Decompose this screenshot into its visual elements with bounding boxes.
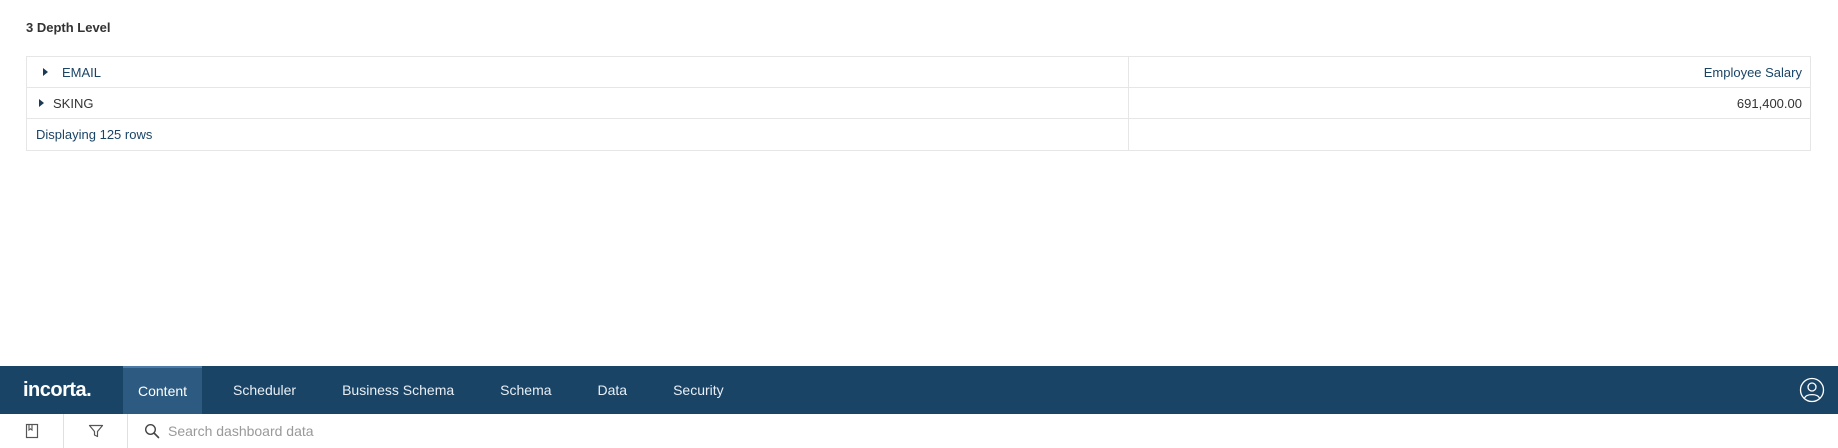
- footer-empty-cell: [1129, 119, 1810, 150]
- tab-security[interactable]: Security: [658, 366, 739, 414]
- row-value: 691,400.00: [1736, 95, 1802, 111]
- tab-content[interactable]: Content: [123, 366, 203, 414]
- pivot-footer-row: Displaying 125 rows: [27, 119, 1810, 150]
- search-container: [128, 423, 568, 439]
- footer-cell: Displaying 125 rows: [27, 119, 1129, 150]
- row-value-cell: 691,400.00: [1129, 88, 1810, 118]
- search-icon: [144, 423, 160, 439]
- bookmark-button[interactable]: [0, 414, 64, 448]
- dashboard-toolbar: [0, 414, 1838, 448]
- pivot-header-row: EMAIL Employee Salary: [27, 57, 1810, 88]
- widget-title: 3 Depth Level: [26, 20, 111, 35]
- row-label: SKING: [53, 95, 94, 111]
- header-salary-label: Employee Salary: [1703, 64, 1802, 80]
- expand-caret-icon[interactable]: [39, 99, 44, 107]
- row-count-label: Displaying 125 rows: [36, 127, 153, 142]
- header-email-cell[interactable]: EMAIL: [27, 57, 1129, 87]
- header-salary-cell[interactable]: Employee Salary: [1129, 57, 1810, 87]
- incorta-logo[interactable]: incorta.: [0, 366, 123, 414]
- tab-schema[interactable]: Schema: [485, 366, 566, 414]
- filter-button[interactable]: [64, 414, 128, 448]
- tab-scheduler[interactable]: Scheduler: [218, 366, 311, 414]
- header-email-label: EMAIL: [62, 64, 102, 80]
- search-input[interactable]: [168, 423, 568, 439]
- bookmark-icon: [25, 423, 38, 439]
- table-row: SKING 691,400.00: [27, 88, 1810, 119]
- top-nav-bar: incorta. Content Scheduler Business Sche…: [0, 366, 1838, 414]
- tab-business-schema[interactable]: Business Schema: [327, 366, 469, 414]
- row-label-cell[interactable]: SKING: [27, 88, 1129, 118]
- user-profile-icon[interactable]: [1799, 377, 1825, 403]
- filter-icon: [88, 424, 103, 438]
- pivot-table: EMAIL Employee Salary SKING 691,400.00 D…: [26, 56, 1811, 151]
- tab-data[interactable]: Data: [583, 366, 643, 414]
- expand-caret-icon[interactable]: [43, 68, 48, 76]
